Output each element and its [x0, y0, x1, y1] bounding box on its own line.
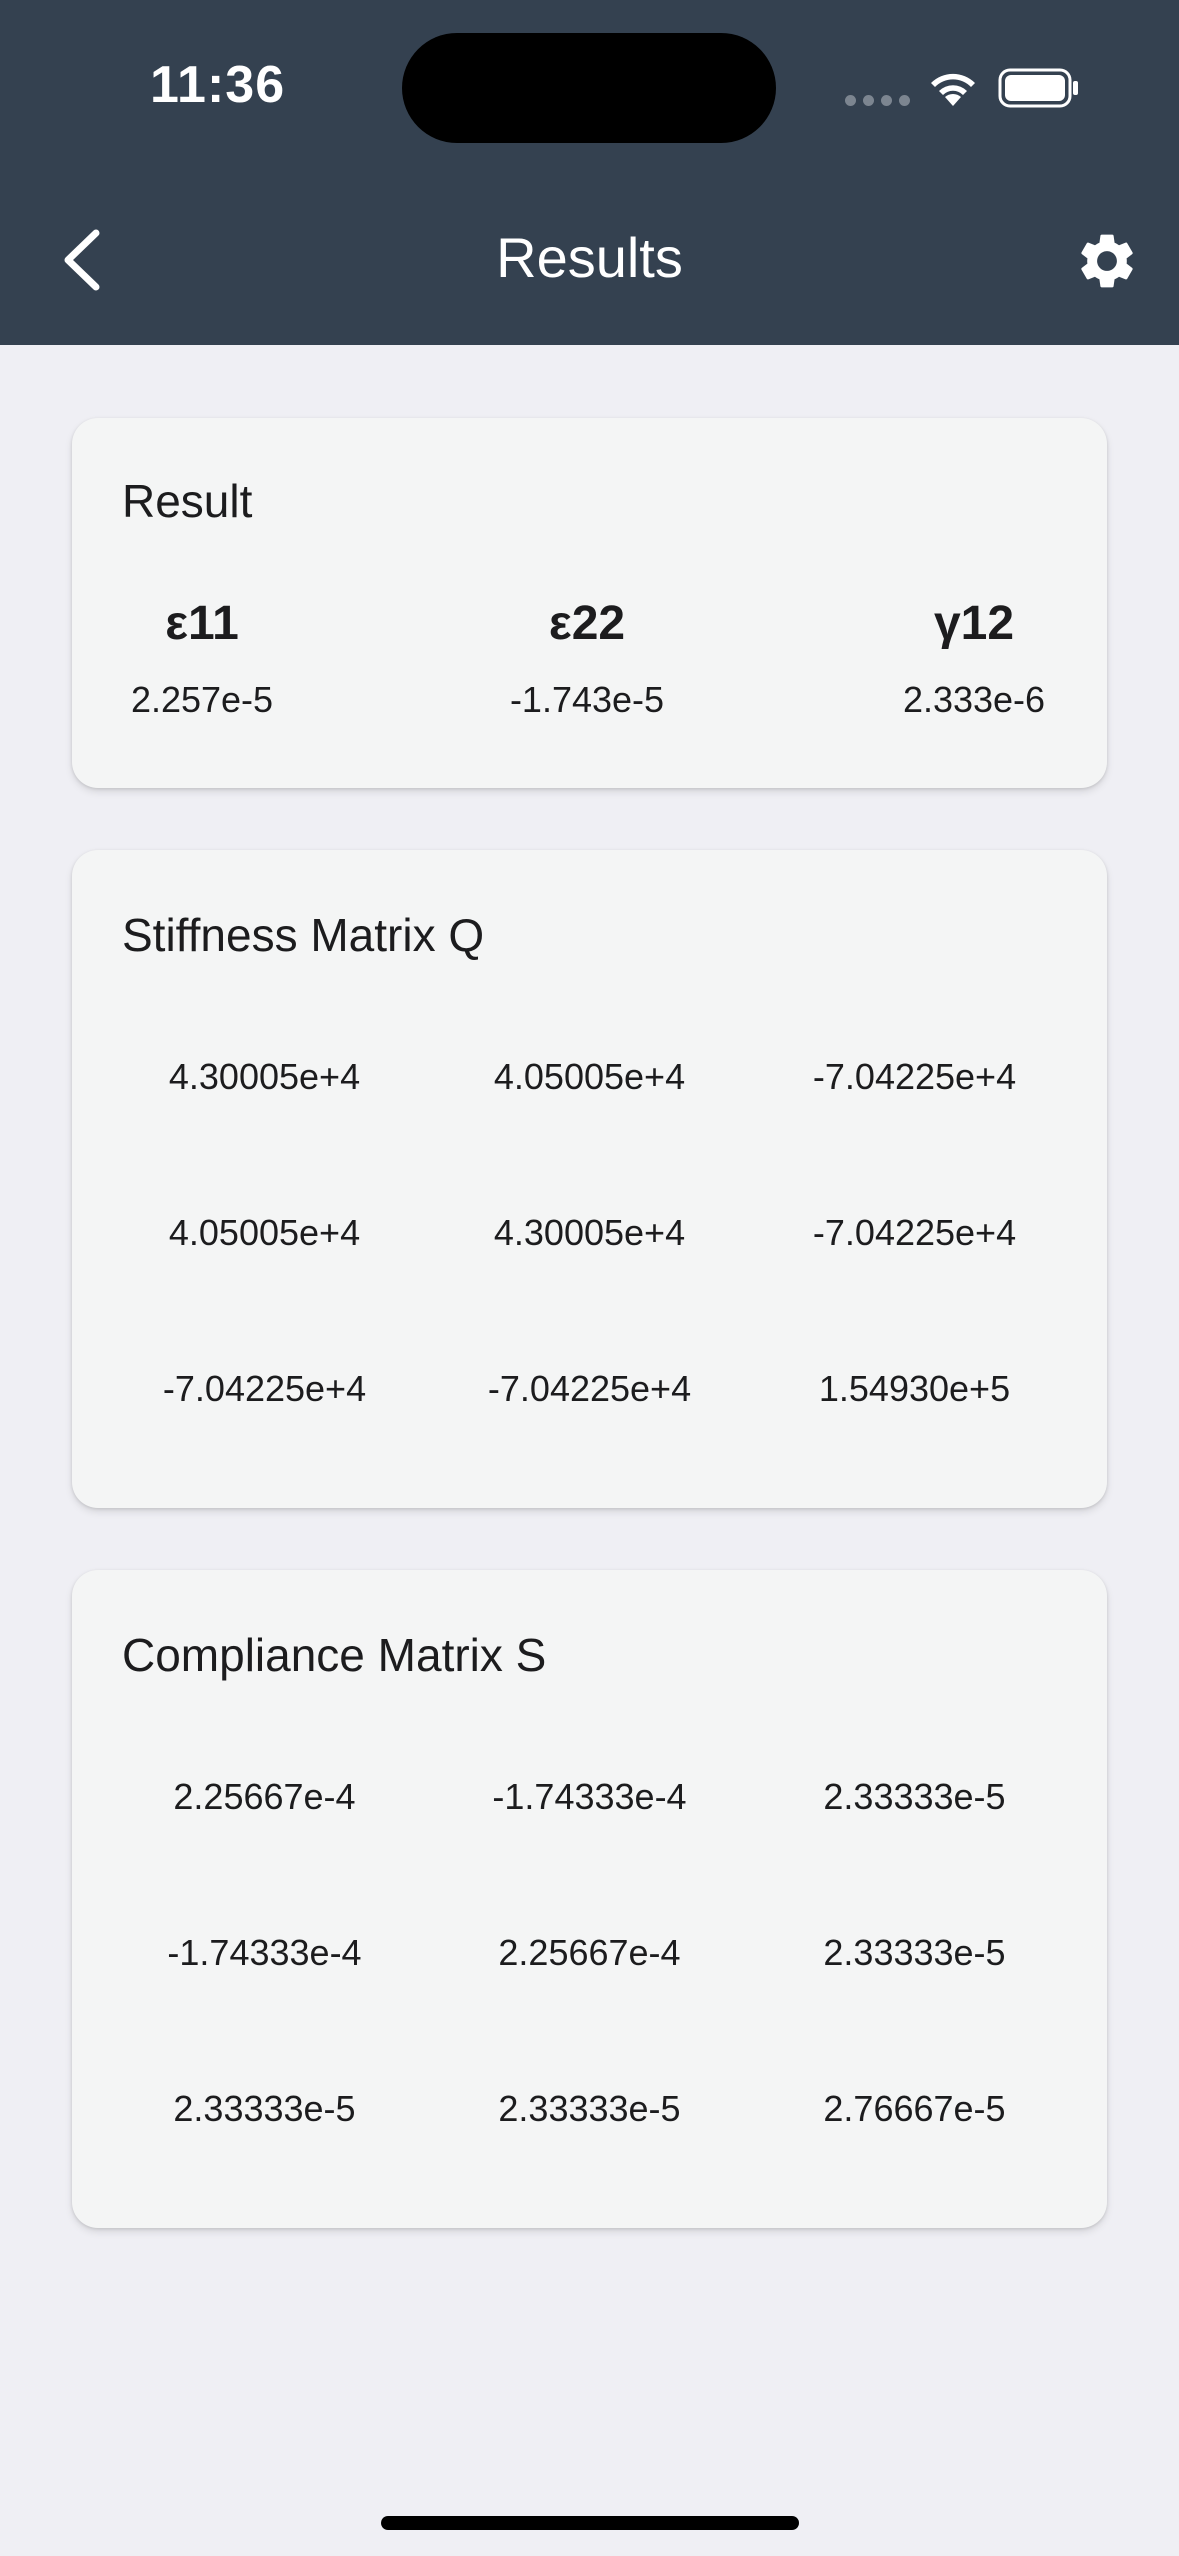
matrix-cell: -7.04225e+4 — [487, 1368, 692, 1409]
matrix-cell: 2.33333e-5 — [498, 2088, 681, 2129]
stiffness-matrix-title: Stiffness Matrix Q — [122, 909, 485, 961]
matrix-cell: 2.33333e-5 — [823, 1776, 1006, 1817]
result-card-title: Result — [122, 475, 253, 527]
strain-value: 2.257e-5 — [130, 679, 274, 720]
matrix-cell: -1.74333e-4 — [167, 1932, 362, 1973]
compliance-matrix-card: Compliance Matrix S 2.25667e-4 -1.74333e… — [72, 1570, 1107, 2228]
compliance-matrix-title: Compliance Matrix S — [122, 1629, 547, 1681]
strain-label: γ12 — [933, 597, 1015, 650]
matrix-cell: 4.05005e+4 — [168, 1212, 361, 1253]
strain-e11: ε11 2.257e-5 — [37, 596, 367, 721]
strain-g12: γ12 2.333e-6 — [809, 596, 1139, 721]
page-title: Results — [496, 226, 683, 289]
battery-icon — [998, 68, 1078, 108]
matrix-cell: 4.30005e+4 — [168, 1056, 361, 1097]
strain-label: ε11 — [165, 597, 239, 650]
matrix-cell: 4.30005e+4 — [493, 1212, 686, 1253]
wifi-icon — [931, 73, 975, 106]
stiffness-matrix-card: Stiffness Matrix Q 4.30005e+4 4.05005e+4… — [72, 850, 1107, 1508]
matrix-cell: -7.04225e+4 — [812, 1212, 1017, 1253]
matrix-cell: -1.74333e-4 — [492, 1776, 687, 1817]
matrix-cell: 1.54930e+5 — [818, 1368, 1011, 1409]
cellular-signal-icon — [845, 93, 917, 111]
settings-gear-icon[interactable] — [1074, 228, 1140, 294]
dynamic-island — [402, 33, 776, 143]
strain-value: 2.333e-6 — [902, 679, 1046, 720]
matrix-cell: 2.33333e-5 — [823, 1932, 1006, 1973]
matrix-cell: 2.33333e-5 — [173, 2088, 356, 2129]
status-time: 11:36 — [150, 56, 286, 114]
matrix-cell: 4.05005e+4 — [493, 1056, 686, 1097]
matrix-cell: 2.76667e-5 — [823, 2088, 1006, 2129]
header: 11:36 Results — [0, 0, 1179, 345]
matrix-cell: 2.25667e-4 — [498, 1932, 681, 1973]
home-indicator[interactable] — [381, 2516, 799, 2530]
strain-e22: ε22 -1.743e-5 — [422, 596, 752, 721]
result-card: Result ε11 2.257e-5 ε22 -1.743e-5 γ12 2.… — [72, 418, 1107, 788]
matrix-cell: -7.04225e+4 — [812, 1056, 1017, 1097]
strain-value: -1.743e-5 — [509, 679, 665, 720]
matrix-cell: 2.25667e-4 — [173, 1776, 356, 1817]
strain-label: ε22 — [548, 597, 626, 650]
matrix-cell: -7.04225e+4 — [162, 1368, 367, 1409]
